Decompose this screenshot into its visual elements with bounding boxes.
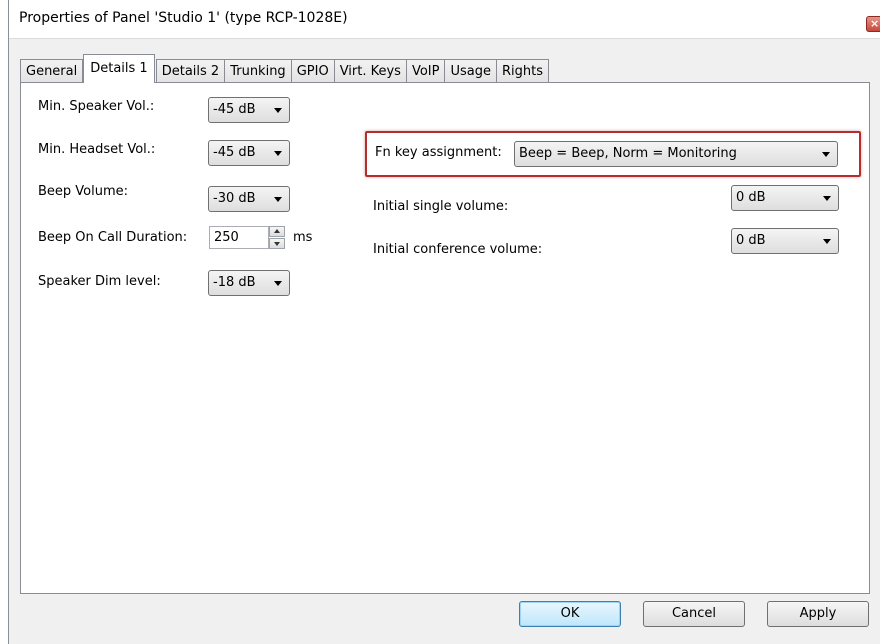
min-headset-vol-value: -45 dB — [213, 145, 256, 160]
arrow-up-icon — [274, 229, 280, 233]
beep-on-call-duration-input[interactable]: 250 — [209, 226, 269, 249]
chevron-down-icon — [823, 239, 831, 244]
fn-key-assignment-label: Fn key assignment: — [375, 145, 502, 160]
fn-key-assignment-select[interactable]: Beep = Beep, Norm = Monitoring — [514, 141, 838, 167]
chevron-down-icon — [822, 152, 830, 157]
min-headset-vol-label: Min. Headset Vol.: — [38, 142, 156, 157]
beep-on-call-duration-unit: ms — [293, 230, 313, 245]
beep-volume-label: Beep Volume: — [38, 184, 129, 199]
tab-voip[interactable]: VoIP — [405, 59, 446, 83]
min-headset-vol-select[interactable]: -45 dB — [208, 140, 290, 166]
speaker-dim-level-value: -18 dB — [213, 275, 256, 290]
tab-general[interactable]: General — [20, 59, 84, 83]
ok-button[interactable]: OK — [519, 601, 621, 627]
min-speaker-vol-select[interactable]: -45 dB — [208, 97, 290, 123]
tab-rights[interactable]: Rights — [496, 59, 550, 83]
details-1-panel: Min. Speaker Vol.: -45 dB Min. Headset V… — [20, 82, 870, 594]
chevron-down-icon — [274, 281, 282, 286]
fn-key-assignment-value: Beep = Beep, Norm = Monitoring — [519, 146, 737, 161]
chevron-down-icon — [274, 151, 282, 156]
initial-single-volume-select[interactable]: 0 dB — [731, 185, 839, 211]
beep-volume-value: -30 dB — [213, 191, 256, 206]
tab-virt-keys[interactable]: Virt. Keys — [333, 59, 407, 83]
arrow-down-icon — [274, 242, 280, 246]
chevron-down-icon — [823, 196, 831, 201]
apply-button[interactable]: Apply — [767, 601, 869, 627]
beep-volume-select[interactable]: -30 dB — [208, 186, 290, 212]
spin-up-button[interactable] — [269, 226, 285, 237]
tab-details-2[interactable]: Details 2 — [155, 59, 226, 83]
chevron-down-icon — [274, 197, 282, 202]
initial-conference-volume-value: 0 dB — [736, 233, 766, 248]
speaker-dim-level-select[interactable]: -18 dB — [208, 270, 290, 296]
spin-down-button[interactable] — [269, 238, 285, 249]
cancel-button[interactable]: Cancel — [643, 601, 745, 627]
speaker-dim-level-label: Speaker Dim level: — [38, 274, 161, 289]
dialog-client-area: General Details 1 Details 2 Trunking GPI… — [9, 38, 880, 644]
window-title: Properties of Panel 'Studio 1' (type RCP… — [19, 10, 348, 26]
tab-gpio[interactable]: GPIO — [290, 59, 335, 83]
initial-conference-volume-select[interactable]: 0 dB — [731, 228, 839, 254]
initial-single-volume-label: Initial single volume: — [373, 199, 509, 214]
beep-on-call-duration-spinner — [269, 226, 285, 249]
tab-details-1[interactable]: Details 1 — [83, 54, 155, 83]
tab-strip: General Details 1 Details 2 Trunking GPI… — [20, 54, 550, 83]
tab-usage[interactable]: Usage — [444, 59, 497, 83]
min-speaker-vol-value: -45 dB — [213, 102, 256, 117]
initial-conference-volume-label: Initial conference volume: — [373, 242, 543, 257]
beep-on-call-duration-label: Beep On Call Duration: — [38, 230, 188, 245]
close-icon[interactable]: × — [866, 16, 880, 32]
properties-dialog: Properties of Panel 'Studio 1' (type RCP… — [8, 0, 880, 644]
tab-trunking[interactable]: Trunking — [224, 59, 292, 83]
title-bar: Properties of Panel 'Studio 1' (type RCP… — [9, 0, 880, 38]
initial-single-volume-value: 0 dB — [736, 190, 766, 205]
chevron-down-icon — [274, 108, 282, 113]
min-speaker-vol-label: Min. Speaker Vol.: — [38, 99, 155, 114]
